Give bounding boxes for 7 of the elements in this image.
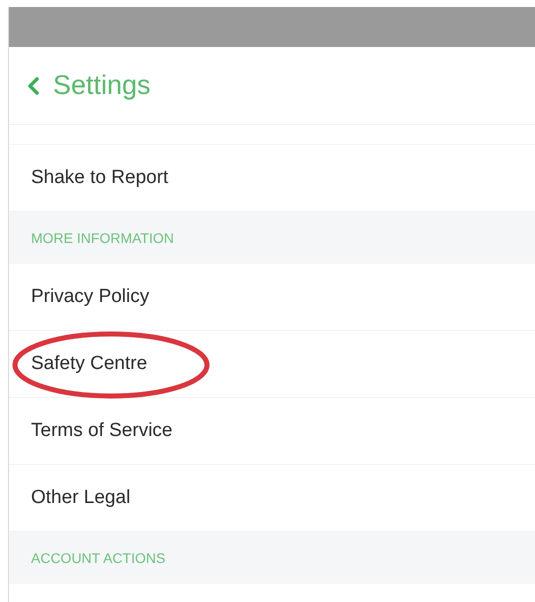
settings-row[interactable]: Terms of Service	[9, 398, 535, 465]
section-header: MORE INFORMATION	[31, 228, 174, 248]
settings-row[interactable]: Privacy Policy	[9, 264, 535, 331]
settings-row[interactable]: Safety Centre	[9, 331, 535, 398]
section-header: ACCOUNT ACTIONS	[31, 548, 166, 568]
header-title: Settings	[53, 69, 151, 102]
back-chevron-icon[interactable]	[27, 76, 39, 94]
